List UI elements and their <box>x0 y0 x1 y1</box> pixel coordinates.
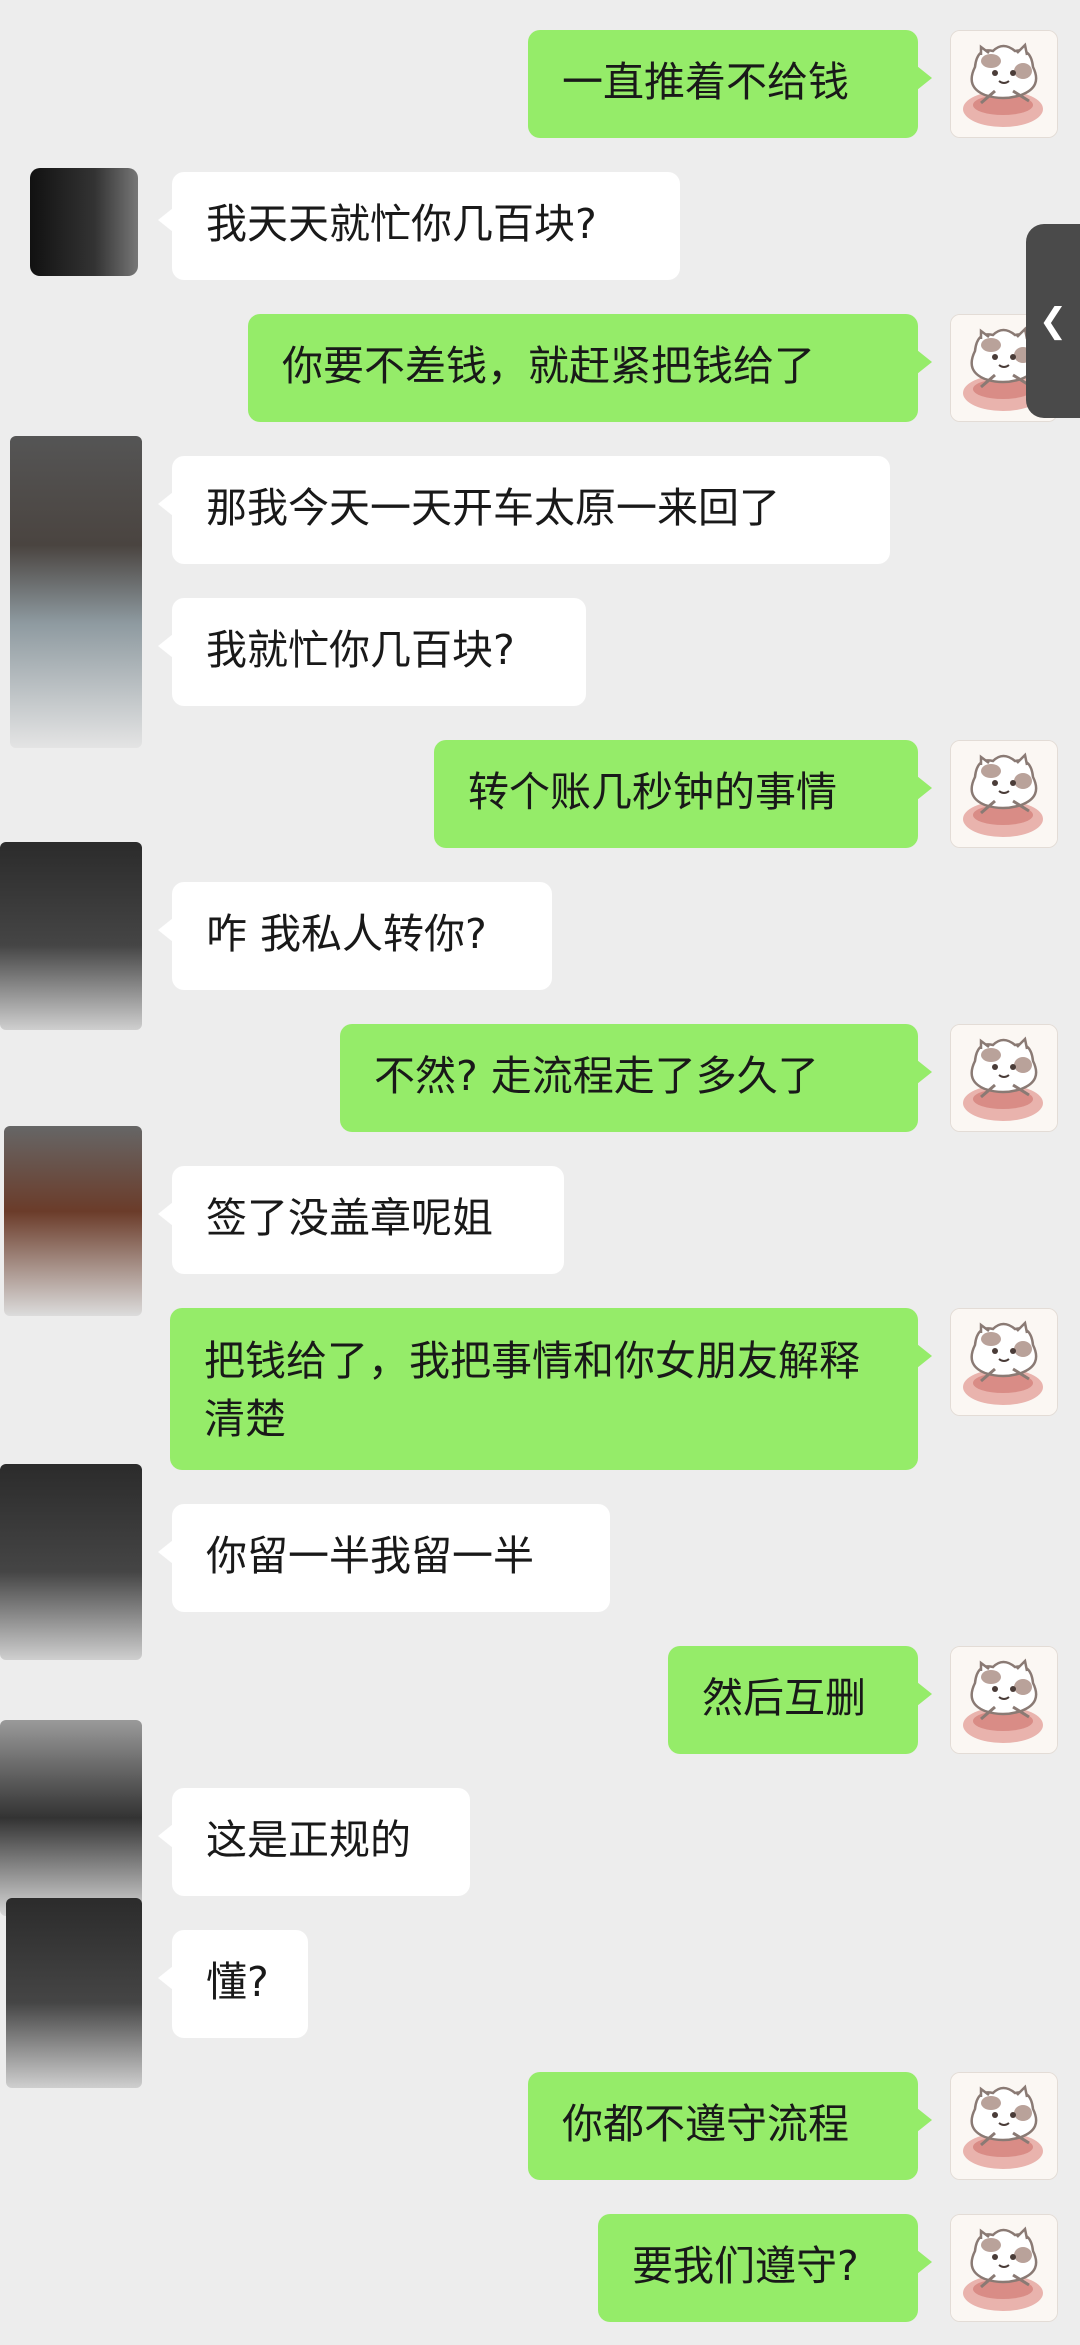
contact-avatar[interactable] <box>4 1126 142 1316</box>
contact-avatar[interactable] <box>6 1898 142 2088</box>
message-bubble-received[interactable]: 你留一半我留一半 <box>158 1504 610 1612</box>
message-bubble-sent[interactable]: 然后互删 <box>668 1646 932 1754</box>
message-bubble-received[interactable]: 那我今天一天开车太原一来回了 <box>158 456 890 564</box>
contact-avatar[interactable] <box>10 436 142 748</box>
my-avatar[interactable] <box>950 1308 1058 1416</box>
message-bubble-received[interactable]: 我就忙你几百块? <box>158 598 586 706</box>
contact-avatar[interactable] <box>0 842 142 1030</box>
contact-avatar[interactable] <box>0 1464 142 1660</box>
my-avatar[interactable] <box>950 1646 1058 1754</box>
contact-avatar[interactable] <box>0 1720 142 1916</box>
message-bubble-sent[interactable]: 转个账几秒钟的事情 <box>434 740 932 848</box>
message-bubble-sent[interactable]: 你要不差钱，就赶紧把钱给了 <box>248 314 932 422</box>
message-bubble-received[interactable]: 懂? <box>158 1930 308 2038</box>
my-avatar[interactable] <box>950 740 1058 848</box>
chevron-left-icon: ❮ <box>1038 301 1068 341</box>
side-collapse-tab[interactable]: ❮ <box>1026 224 1080 418</box>
my-avatar[interactable] <box>950 30 1058 138</box>
my-avatar[interactable] <box>950 1024 1058 1132</box>
my-avatar[interactable] <box>950 2072 1058 2180</box>
contact-avatar[interactable] <box>30 168 138 276</box>
message-bubble-received[interactable]: 签了没盖章呢姐 <box>158 1166 564 1274</box>
message-bubble-sent[interactable]: 不然? 走流程走了多久了 <box>340 1024 932 1132</box>
message-bubble-received[interactable]: 我天天就忙你几百块? <box>158 172 680 280</box>
message-bubble-sent[interactable]: 一直推着不给钱 <box>528 30 932 138</box>
message-bubble-received[interactable]: 这是正规的 <box>158 1788 470 1896</box>
message-bubble-sent[interactable]: 把钱给了，我把事情和你女朋友解释清楚 <box>170 1308 932 1470</box>
message-bubble-sent[interactable]: 要我们遵守? <box>598 2214 932 2322</box>
message-bubble-sent[interactable]: 你都不遵守流程 <box>528 2072 932 2180</box>
my-avatar[interactable] <box>950 2214 1058 2322</box>
message-bubble-received[interactable]: 咋 我私人转你? <box>158 882 552 990</box>
